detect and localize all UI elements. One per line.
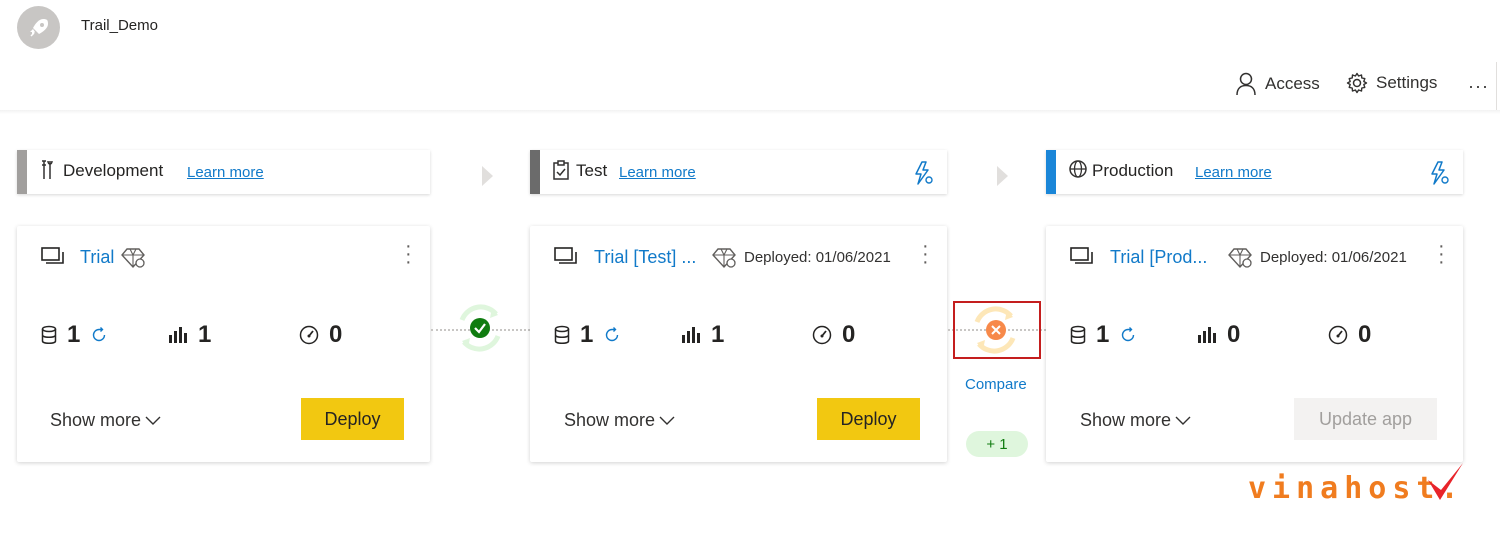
- clipboard-icon: [553, 160, 569, 180]
- datasets-metric: 1: [1070, 321, 1137, 349]
- deployed-date: Deployed: 01/06/2021: [744, 249, 891, 266]
- dashboards-count: 0: [329, 321, 343, 348]
- stage-name: Production: [1092, 161, 1174, 180]
- deploy-button[interactable]: Deploy: [817, 398, 920, 440]
- card-more-icon[interactable]: · · ·: [922, 236, 929, 272]
- stage-color-bar: [530, 150, 540, 194]
- workspace-name-link[interactable]: Trial [Prod...: [1110, 247, 1207, 268]
- header-shadow: [0, 110, 1500, 114]
- stage-name: Development: [63, 161, 164, 180]
- dashboards-count: 0: [842, 321, 856, 348]
- globe-icon: [1069, 160, 1087, 178]
- diff-count-badge[interactable]: + 1: [966, 431, 1028, 457]
- person-icon: [1236, 72, 1256, 96]
- show-more-button[interactable]: Show more: [50, 410, 161, 431]
- gauge-icon: [1328, 325, 1348, 345]
- refresh-icon[interactable]: [603, 326, 621, 344]
- workspace-icon: [554, 247, 577, 264]
- stage-card-test: Trial [Test] ... Deployed: 01/06/2021 · ·…: [530, 226, 947, 462]
- app-title: Trail_Demo: [81, 17, 158, 34]
- settings-button[interactable]: Settings: [1346, 72, 1437, 94]
- reports-metric: 1: [168, 321, 211, 349]
- show-more-button[interactable]: Show more: [1080, 410, 1191, 431]
- show-more-button[interactable]: Show more: [564, 410, 675, 431]
- show-more-label: Show more: [1080, 410, 1172, 430]
- access-button[interactable]: Access: [1235, 72, 1320, 96]
- sync-success-icon: [459, 304, 501, 352]
- stage-color-bar: [1046, 150, 1056, 194]
- database-icon: [41, 325, 57, 344]
- workspace-name-link[interactable]: Trial [Test] ...: [594, 247, 696, 268]
- bar-chart-icon: [682, 327, 700, 343]
- rocket-icon: [29, 18, 48, 37]
- app-header: Trail_Demo Access Settings ···: [0, 0, 1500, 112]
- chevron-down-icon: [659, 416, 675, 425]
- bar-chart-icon: [169, 327, 187, 343]
- app-avatar: [17, 6, 60, 49]
- dashboards-count: 0: [1358, 321, 1372, 348]
- datasets-metric: 1: [554, 321, 621, 349]
- deployment-rules-icon[interactable]: [1428, 160, 1450, 186]
- reports-count: 1: [198, 321, 212, 348]
- reports-count: 1: [711, 321, 725, 348]
- gauge-icon: [299, 325, 319, 345]
- dashboards-metric: 0: [812, 321, 855, 349]
- learn-more-link[interactable]: Learn more: [619, 164, 696, 181]
- learn-more-link[interactable]: Learn more: [1195, 164, 1272, 181]
- reports-metric: 1: [681, 321, 724, 349]
- deployment-rules-icon[interactable]: [912, 160, 934, 186]
- reports-count: 0: [1227, 321, 1241, 348]
- header-divider: [1496, 62, 1497, 112]
- workspace-name-link[interactable]: Trial: [80, 247, 114, 268]
- premium-diamond-icon: [1228, 248, 1252, 269]
- more-options-button[interactable]: ···: [1468, 76, 1489, 97]
- show-more-label: Show more: [564, 410, 656, 430]
- stage-name: Test: [576, 161, 608, 180]
- settings-label: Settings: [1376, 73, 1438, 92]
- datasets-count: 1: [1096, 321, 1110, 348]
- stage-header-development: Development Learn more: [17, 150, 430, 194]
- workspace-icon: [41, 247, 64, 264]
- workspace-icon: [1070, 247, 1093, 264]
- premium-diamond-icon: [121, 248, 145, 269]
- gear-icon: [1346, 72, 1368, 94]
- stage-header-test: Test Learn more: [530, 150, 947, 194]
- refresh-icon[interactable]: [1119, 326, 1137, 344]
- stage-color-bar: [17, 150, 27, 194]
- update-app-button[interactable]: Update app: [1294, 398, 1437, 440]
- gauge-icon: [812, 325, 832, 345]
- dashboards-metric: 0: [1328, 321, 1371, 349]
- tools-icon: [42, 160, 53, 179]
- bar-chart-icon: [1198, 327, 1216, 343]
- database-icon: [554, 325, 570, 344]
- datasets-metric: 1: [41, 321, 108, 349]
- premium-diamond-icon: [712, 248, 736, 269]
- card-more-icon[interactable]: · · ·: [1438, 236, 1445, 272]
- stage-card-production: Trial [Prod... Deployed: 01/06/2021 · · · …: [1046, 226, 1463, 462]
- stage-header-production: Production Learn more: [1046, 150, 1463, 194]
- database-icon: [1070, 325, 1086, 344]
- card-more-icon[interactable]: · · ·: [405, 236, 412, 272]
- dashboards-metric: 0: [299, 321, 342, 349]
- chevron-down-icon: [145, 416, 161, 425]
- stage-arrow: [482, 166, 493, 186]
- checkmark-logo-icon: [1428, 463, 1463, 500]
- datasets-count: 1: [580, 321, 594, 348]
- deployed-date: Deployed: 01/06/2021: [1260, 249, 1407, 266]
- compare-link[interactable]: Compare: [965, 376, 1027, 393]
- learn-more-link[interactable]: Learn more: [187, 164, 264, 181]
- datasets-count: 1: [67, 321, 81, 348]
- show-more-label: Show more: [50, 410, 142, 430]
- refresh-icon[interactable]: [90, 326, 108, 344]
- stage-card-development: Trial · · · 1 1 0 Show more Deploy: [17, 226, 430, 462]
- deploy-button[interactable]: Deploy: [301, 398, 404, 440]
- stage-arrow: [997, 166, 1008, 186]
- highlight-box: [953, 301, 1041, 359]
- chevron-down-icon: [1175, 416, 1191, 425]
- access-label: Access: [1265, 74, 1320, 93]
- reports-metric: 0: [1197, 321, 1240, 349]
